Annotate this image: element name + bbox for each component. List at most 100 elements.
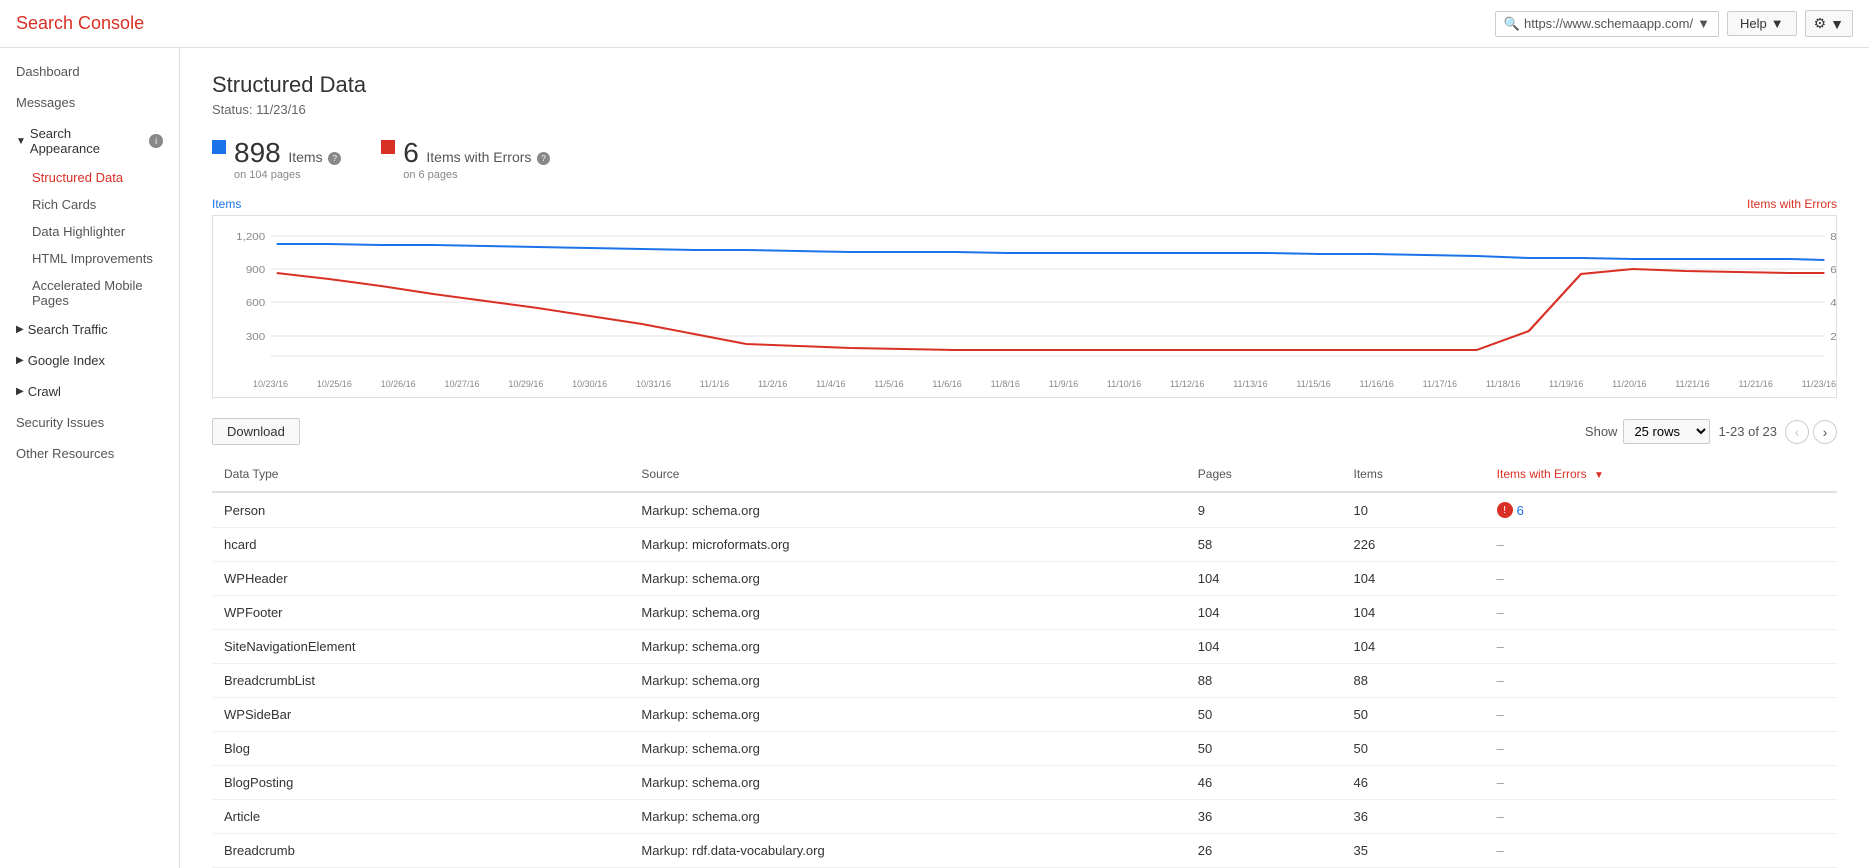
table-row: WPSideBarMarkup: schema.org5050– [212, 698, 1837, 732]
errors-count: 6 [403, 137, 419, 168]
next-page-button[interactable]: › [1813, 420, 1837, 444]
items-stat: 898 Items ? on 104 pages [212, 137, 341, 181]
cell-data-type[interactable]: Article [212, 800, 629, 834]
svg-text:1,200: 1,200 [236, 232, 265, 243]
svg-text:6: 6 [1830, 265, 1836, 276]
cell-items: 104 [1342, 562, 1485, 596]
items-info-icon[interactable]: ? [328, 152, 341, 165]
show-rows-control: Show 25 rows 50 rows 100 rows [1585, 419, 1711, 444]
table-row: ArticleMarkup: schema.org3636– [212, 800, 1837, 834]
errors-color-indicator [381, 140, 395, 154]
table-row: BlogPostingMarkup: schema.org4646– [212, 766, 1837, 800]
no-errors-dash: – [1497, 673, 1504, 688]
cell-items: 226 [1342, 528, 1485, 562]
sidebar-item-rich-cards[interactable]: Rich Cards [16, 191, 179, 218]
cell-errors: – [1485, 766, 1837, 800]
sidebar-item-messages[interactable]: Messages [0, 87, 179, 118]
pagination-info: 1-23 of 23 [1718, 424, 1777, 439]
download-button[interactable]: Download [212, 418, 300, 445]
show-label: Show [1585, 424, 1618, 439]
sidebar-item-security-issues[interactable]: Security Issues [0, 407, 179, 438]
cell-data-type[interactable]: Blog [212, 732, 629, 766]
pagination-controls: Show 25 rows 50 rows 100 rows 1-23 of 23… [1585, 419, 1837, 444]
no-errors-dash: – [1497, 809, 1504, 824]
cell-errors: – [1485, 698, 1837, 732]
table-controls: Download Show 25 rows 50 rows 100 rows 1… [212, 418, 1837, 445]
no-errors-dash: – [1497, 537, 1504, 552]
arrow-right-icon: ▶ [16, 355, 24, 366]
chevron-down-icon: ▼ [1830, 16, 1844, 32]
sidebar-item-html-improvements[interactable]: HTML Improvements [16, 245, 179, 272]
cell-pages: 58 [1186, 528, 1342, 562]
cell-items: 104 [1342, 630, 1485, 664]
errors-info-icon[interactable]: ? [537, 152, 550, 165]
settings-button[interactable]: ⚙ ▼ [1805, 10, 1853, 37]
arrow-right-icon: ▶ [16, 386, 24, 397]
error-count-link[interactable]: 6 [1517, 503, 1524, 518]
url-selector[interactable]: 🔍 https://www.schemaapp.com/ ▼ [1495, 11, 1719, 37]
svg-text:900: 900 [246, 265, 265, 276]
sidebar-item-amp[interactable]: Accelerated Mobile Pages [16, 272, 179, 314]
cell-items: 50 [1342, 698, 1485, 732]
cell-data-type[interactable]: Person [212, 492, 629, 528]
cell-source: Markup: microformats.org [629, 528, 1185, 562]
cell-items: 36 [1342, 800, 1485, 834]
cell-items: 104 [1342, 596, 1485, 630]
sidebar-section-google-index[interactable]: ▶ Google Index [0, 345, 179, 376]
cell-data-type[interactable]: hcard [212, 528, 629, 562]
cell-errors: – [1485, 528, 1837, 562]
items-label: Items [288, 149, 322, 165]
sidebar-item-dashboard[interactable]: Dashboard [0, 56, 179, 87]
cell-source: Markup: rdf.data-vocabulary.org [629, 834, 1185, 868]
cell-pages: 9 [1186, 492, 1342, 528]
cell-data-type[interactable]: SiteNavigationElement [212, 630, 629, 664]
rows-per-page-select[interactable]: 25 rows 50 rows 100 rows [1623, 419, 1710, 444]
cell-data-type[interactable]: BreadcrumbList [212, 664, 629, 698]
sidebar-item-structured-data[interactable]: Structured Data [16, 164, 179, 191]
sidebar-section-search-traffic[interactable]: ▶ Search Traffic [0, 314, 179, 345]
cell-errors: – [1485, 562, 1837, 596]
sidebar-item-other-resources[interactable]: Other Resources [0, 438, 179, 469]
cell-items: 10 [1342, 492, 1485, 528]
table-row: BlogMarkup: schema.org5050– [212, 732, 1837, 766]
chart-svg: 1,200 900 600 300 8 6 4 2 [213, 216, 1836, 376]
sidebar: Dashboard Messages ▼ Search Appearance i… [0, 48, 180, 868]
svg-text:600: 600 [246, 298, 265, 309]
sidebar-sub-search-appearance: Structured Data Rich Cards Data Highligh… [0, 164, 179, 314]
header: Search Console 🔍 https://www.schemaapp.c… [0, 0, 1869, 48]
cell-pages: 46 [1186, 766, 1342, 800]
table-row: WPHeaderMarkup: schema.org104104– [212, 562, 1837, 596]
cell-data-type[interactable]: WPFooter [212, 596, 629, 630]
items-count: 898 [234, 137, 281, 168]
cell-data-type[interactable]: BlogPosting [212, 766, 629, 800]
cell-pages: 36 [1186, 800, 1342, 834]
items-pages: on 104 pages [234, 169, 341, 181]
cell-data-type[interactable]: Breadcrumb [212, 834, 629, 868]
table-row: PersonMarkup: schema.org910!6 [212, 492, 1837, 528]
arrow-right-icon: ▶ [16, 324, 24, 335]
cell-data-type[interactable]: WPHeader [212, 562, 629, 596]
sidebar-item-data-highlighter[interactable]: Data Highlighter [16, 218, 179, 245]
svg-text:8: 8 [1830, 232, 1836, 243]
cell-errors: – [1485, 834, 1837, 868]
col-header-source: Source [629, 457, 1185, 492]
cell-items: 88 [1342, 664, 1485, 698]
table-row: hcardMarkup: microformats.org58226– [212, 528, 1837, 562]
sidebar-section-search-appearance[interactable]: ▼ Search Appearance i [0, 118, 179, 164]
sidebar-section-crawl[interactable]: ▶ Crawl [0, 376, 179, 407]
cell-data-type[interactable]: WPSideBar [212, 698, 629, 732]
no-errors-dash: – [1497, 571, 1504, 586]
main-content: Structured Data Status: 11/23/16 898 Ite… [180, 48, 1869, 868]
svg-text:2: 2 [1830, 332, 1836, 343]
no-errors-dash: – [1497, 639, 1504, 654]
cell-errors: – [1485, 732, 1837, 766]
no-errors-dash: – [1497, 775, 1504, 790]
page-title: Structured Data [212, 72, 1837, 98]
cell-source: Markup: schema.org [629, 664, 1185, 698]
prev-page-button[interactable]: ‹ [1785, 420, 1809, 444]
help-button[interactable]: Help ▼ [1727, 11, 1797, 36]
col-header-errors[interactable]: Items with Errors ▼ [1485, 457, 1837, 492]
cell-pages: 104 [1186, 630, 1342, 664]
gear-icon: ⚙ [1814, 15, 1827, 32]
no-errors-dash: – [1497, 741, 1504, 756]
